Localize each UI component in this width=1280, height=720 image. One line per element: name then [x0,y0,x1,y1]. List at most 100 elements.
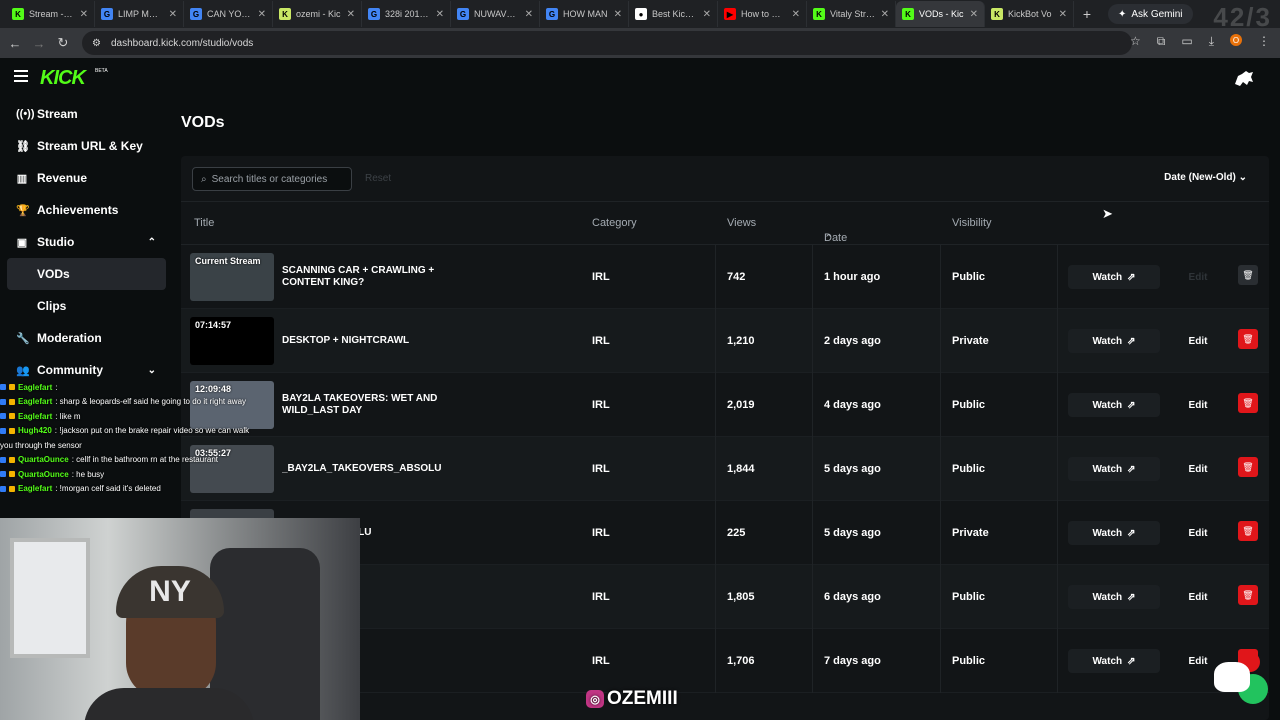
delete-icon[interactable]: 🗑 [1238,521,1258,541]
edit-button[interactable]: Edit [1165,265,1231,289]
tab-close-icon[interactable]: ✕ [792,9,800,20]
tab-close-icon[interactable]: ✕ [614,9,622,20]
chat-text: : [55,382,58,392]
watch-label: Watch [1092,463,1123,475]
sidebar-item-studio[interactable]: ▣ Studio ⌃ [0,226,174,258]
sidebar-item-clips[interactable]: Clips [0,290,174,322]
sidebar-item-stream[interactable]: ((•)) Stream [0,98,174,130]
tab-close-icon[interactable]: ✕ [881,9,889,20]
tab-close-icon[interactable]: ✕ [436,9,444,20]
back-icon[interactable]: ← [3,36,27,51]
chat-text: : like m [55,411,81,421]
sidebar-item-stream-url-key[interactable]: ⛓ Stream URL & Key [0,130,174,162]
bookmark-star-icon[interactable]: ☆ [1130,34,1141,49]
cast-icon[interactable]: ▭ [1181,34,1192,49]
edit-button[interactable]: Edit [1165,585,1231,609]
browser-tab[interactable]: K Vitaly Strea ✕ [807,1,896,27]
extensions-icon[interactable]: ⧉ [1157,34,1166,49]
sidebar-item-achievements[interactable]: 🏆 Achievements [0,194,174,226]
delete-icon[interactable]: 🗑 [1238,329,1258,349]
tab-favicon-icon: G [368,8,380,20]
browser-tab[interactable]: G 328i 2012 c ✕ [362,1,451,27]
watch-button[interactable]: Watch ⇗ [1068,457,1160,481]
col-category[interactable]: Category [592,217,637,229]
hamburger-menu-icon[interactable] [14,70,28,82]
tab-close-icon[interactable]: ✕ [169,9,177,20]
browser-tab[interactable]: G HOW MAN ✕ [540,1,629,27]
sidebar-item-moderation[interactable]: 🔧 Moderation [0,322,174,354]
col-views[interactable]: Views [727,217,756,229]
wrench-icon: 🔧 [16,332,30,345]
gemini-icon: ✦ [1118,8,1127,20]
instagram-icon: ◎ [586,690,604,708]
chevron-down-icon[interactable]: ⌄ [148,365,156,376]
tab-favicon-icon: K [279,8,291,20]
watch-button[interactable]: Watch ⇗ [1068,585,1160,609]
browser-tab[interactable]: G CAN YOU D ✕ [184,1,273,27]
tab-title: Vitaly Strea [830,9,876,19]
edit-button[interactable]: Edit [1165,329,1231,353]
watch-button[interactable]: Watch ⇗ [1068,521,1160,545]
chevron-up-icon[interactable]: ⌃ [148,237,156,248]
url-bar[interactable]: ⚙ dashboard.kick.com/studio/vods [82,31,1132,55]
watch-button[interactable]: Watch ⇗ [1068,649,1160,673]
tab-close-icon[interactable]: ✕ [80,9,88,20]
sort-dropdown[interactable]: Date (New-Old) ⌄ [1164,172,1247,183]
browser-tab[interactable]: ● Best Kick St ✕ [629,1,718,27]
vod-category: IRL [592,463,610,475]
edit-button[interactable]: Edit [1165,521,1231,545]
tab-close-icon[interactable]: ✕ [347,9,355,20]
site-info-icon[interactable]: ⚙ [92,38,101,49]
browser-tab[interactable]: G NUWAVE F ✕ [451,1,540,27]
new-tab-button[interactable]: + [1074,6,1100,22]
delete-icon[interactable]: 🗑 [1238,393,1258,413]
menu-kebab-icon[interactable]: ⋮ [1258,34,1270,49]
forward-icon[interactable]: → [27,36,51,51]
table-row[interactable]: 03:55:27 _BAY2LA_TAKEOVERS_ABSOLU IRL 1,… [181,437,1269,501]
reload-icon[interactable]: ↻ [51,35,75,51]
table-row[interactable]: Current Stream SCANNING CAR + CRAWLING +… [181,245,1269,309]
browser-tab[interactable]: G LIMP MODE ✕ [95,1,184,27]
edit-button[interactable]: Edit [1165,457,1231,481]
tab-close-icon[interactable]: ✕ [1059,9,1067,20]
col-visibility[interactable]: Visibility [952,217,992,229]
vod-category: IRL [592,271,610,283]
profile-avatar[interactable]: O [1230,34,1242,46]
tab-close-icon[interactable]: ✕ [970,9,978,20]
chat-message: Eaglefart: !morgan celf said it's delete… [0,482,280,497]
watch-label: Watch [1092,271,1123,283]
sidebar-item-vods[interactable]: VODs [7,258,166,290]
stream-url-key-icon: ⛓ [16,140,30,153]
tab-title: How to Rec [741,9,787,19]
search-input[interactable]: ⌕ Search titles or categories [192,167,352,191]
ask-gemini-button[interactable]: ✦ Ask Gemini [1108,4,1193,24]
kick-logo[interactable]: KICK [40,67,86,90]
delete-icon[interactable]: 🗑 [1238,265,1258,285]
delete-icon[interactable]: 🗑 [1238,457,1258,477]
watch-button[interactable]: Watch ⇗ [1068,329,1160,353]
tab-close-icon[interactable]: ✕ [525,9,533,20]
user-avatar-icon[interactable] [1232,68,1256,90]
edit-button[interactable]: Edit [1165,393,1231,417]
table-row[interactable]: 07:14:57 DESKTOP + NIGHTCRAWL IRL 1,210 … [181,309,1269,373]
browser-tab[interactable]: K VODs - Kic ✕ [896,1,985,27]
watch-label: Watch [1092,527,1123,539]
download-icon[interactable]: ⤓ [1209,34,1214,49]
browser-tab[interactable]: K KickBot Vo ✕ [985,1,1074,27]
browser-tab[interactable]: Kozemi - Kic ✕ [273,1,362,27]
browser-tab[interactable]: ▶ How to Rec ✕ [718,1,807,27]
table-row[interactable]: 12:09:48 BAY2LA TAKEOVERS: WET AND WILD_… [181,373,1269,437]
col-title[interactable]: Title [194,217,214,229]
watch-button[interactable]: Watch ⇗ [1068,265,1160,289]
tab-close-icon[interactable]: ✕ [258,9,266,20]
watch-label: Watch [1092,655,1123,667]
vod-thumbnail[interactable]: 07:14:57 [190,317,274,365]
watch-button[interactable]: Watch ⇗ [1068,393,1160,417]
browser-tab[interactable]: K Stream - Kic ✕ [6,1,95,27]
reset-button[interactable]: Reset [365,173,391,184]
tab-close-icon[interactable]: ✕ [703,9,711,20]
vod-thumbnail[interactable]: Current Stream [190,253,274,301]
mouse-cursor-icon: ➤ [1102,206,1113,221]
delete-icon[interactable]: 🗑 [1238,585,1258,605]
sidebar-item-revenue[interactable]: ▥ Revenue [0,162,174,194]
